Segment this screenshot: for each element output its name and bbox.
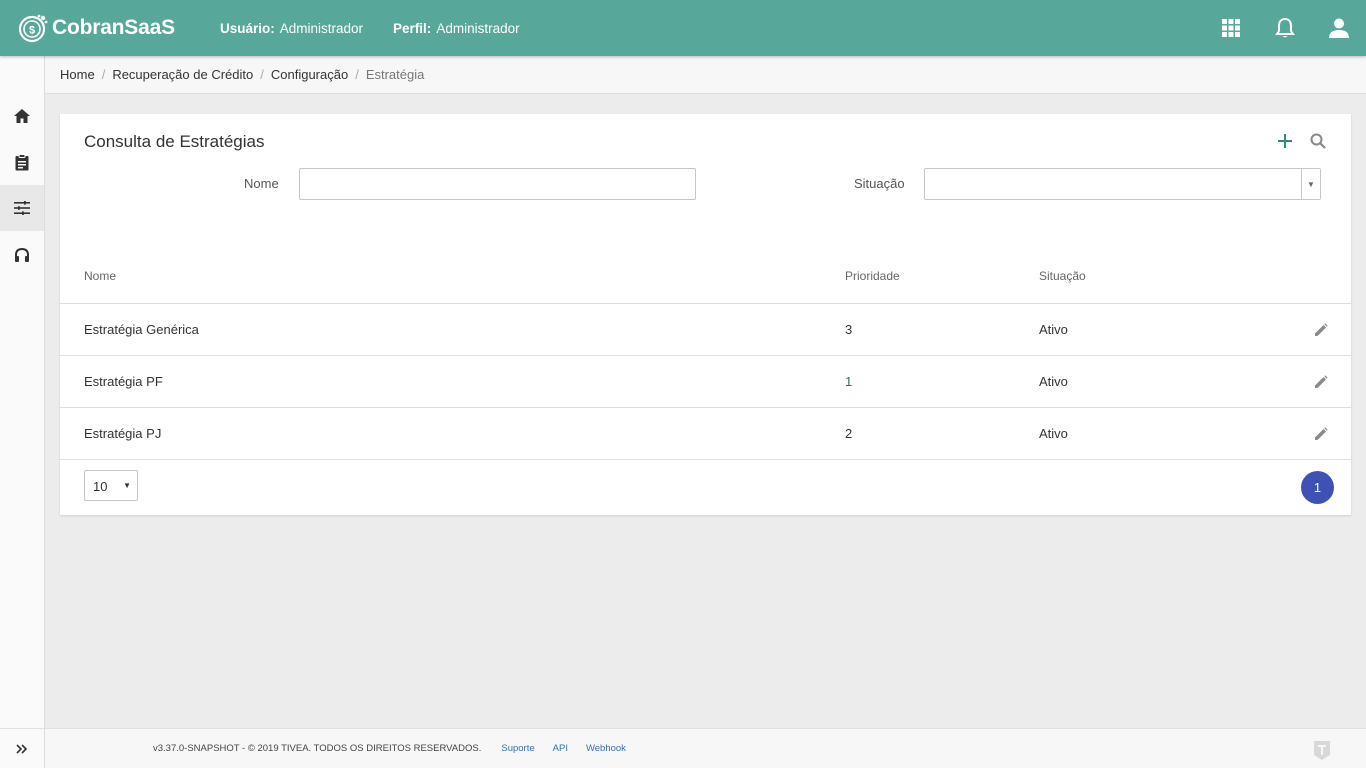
double-chevron-right-icon: [16, 743, 28, 754]
account-button[interactable]: [1312, 0, 1366, 56]
clipboard-icon: [15, 153, 29, 170]
sidebar-item-suporte[interactable]: [0, 231, 44, 277]
column-header-prioridade[interactable]: Prioridade: [845, 269, 900, 283]
cobransaas-logo-icon: $: [18, 14, 48, 43]
add-button[interactable]: [1274, 130, 1296, 152]
user-info: Usuário: Administrador Perfil: Administrad…: [220, 21, 550, 36]
apps-grid-button[interactable]: [1204, 0, 1258, 56]
sliders-icon: [14, 201, 30, 215]
nome-filter-input[interactable]: [299, 168, 696, 200]
row-prioridade: 3: [845, 322, 853, 337]
profile-label: Perfil:: [393, 20, 432, 36]
app-name: CobranSaaS: [52, 16, 175, 39]
page-size-select[interactable]: 10 ▼: [84, 470, 138, 501]
table-row[interactable]: Estratégia PF 1 Ativo: [60, 356, 1351, 408]
situacao-filter-select[interactable]: ▼: [924, 168, 1321, 200]
column-header-nome[interactable]: Nome: [84, 269, 116, 283]
breadcrumb-configuracao[interactable]: Configuração: [271, 67, 348, 82]
row-prioridade: 2: [845, 426, 853, 441]
row-nome: Estratégia PF: [84, 374, 163, 389]
top-app-bar: $ CobranSaaS Usuário: Administrador Perfi…: [0, 0, 1366, 56]
row-situacao: Ativo: [1039, 426, 1068, 441]
account-icon: [1329, 18, 1349, 38]
page-title: Consulta de Estratégias: [84, 132, 265, 151]
sidebar-item-clipboard[interactable]: [0, 139, 44, 185]
table-row[interactable]: Estratégia Genérica 3 Ativo: [60, 304, 1351, 356]
row-situacao: Ativo: [1039, 374, 1068, 389]
footer: v3.37.0-SNAPSHOT - © 2019 TIVEA. TODOS O…: [45, 728, 1366, 768]
edit-pencil-icon[interactable]: [1313, 374, 1329, 390]
footer-link-api[interactable]: API: [553, 743, 568, 754]
search-icon: [1310, 133, 1326, 149]
sidebar-item-home[interactable]: [0, 93, 44, 139]
strategies-table: Nome Prioridade Situação Estratégia Gené…: [60, 252, 1351, 460]
footer-link-webhook[interactable]: Webhook: [586, 743, 626, 754]
svg-text:$: $: [29, 25, 35, 37]
user-value: Administrador: [279, 20, 364, 36]
situacao-filter-label: Situação: [854, 176, 905, 191]
column-header-situacao[interactable]: Situação: [1039, 269, 1086, 283]
footer-link-suporte[interactable]: Suporte: [501, 743, 534, 754]
page-size-value: 10: [93, 479, 108, 494]
plus-icon: [1278, 134, 1292, 148]
breadcrumb-recuperacao-credito[interactable]: Recuperação de Crédito: [112, 67, 253, 82]
breadcrumb: Home / Recuperação de Crédito / Configur…: [45, 56, 1366, 94]
headset-icon: [15, 247, 29, 262]
sidebar: [0, 56, 45, 768]
search-button[interactable]: [1307, 130, 1329, 152]
breadcrumb-current: Estratégia: [365, 67, 425, 82]
breadcrumb-home[interactable]: Home: [60, 67, 95, 82]
apps-grid-icon: [1222, 19, 1240, 37]
profile-value: Administrador: [436, 20, 520, 36]
edit-pencil-icon[interactable]: [1313, 426, 1329, 442]
row-nome: Estratégia PJ: [84, 426, 162, 441]
table-row[interactable]: Estratégia PJ 2 Ativo: [60, 408, 1351, 460]
user-label: Usuário:: [220, 20, 275, 36]
tivea-logo-icon: [1314, 741, 1330, 760]
row-nome: Estratégia Genérica: [84, 322, 199, 337]
nome-filter-label: Nome: [244, 176, 279, 191]
home-icon: [14, 109, 30, 123]
strategies-card: Consulta de Estratégias Nome Situação ▼ …: [60, 114, 1351, 515]
pagination-page-button[interactable]: 1: [1301, 471, 1334, 504]
sidebar-item-configuracao[interactable]: [0, 185, 44, 231]
row-situacao: Ativo: [1039, 322, 1068, 337]
notifications-bell-icon: [1275, 17, 1295, 38]
dropdown-arrow-icon: ▼: [1301, 169, 1320, 199]
table-header: Nome Prioridade Situação: [60, 252, 1351, 304]
notifications-button[interactable]: [1258, 0, 1312, 56]
app-logo[interactable]: $ CobranSaaS: [18, 13, 208, 43]
row-prioridade: 1: [845, 374, 853, 389]
dropdown-caret-icon: ▼: [123, 481, 131, 490]
footer-copyright: v3.37.0-SNAPSHOT - © 2019 TIVEA. TODOS O…: [153, 743, 482, 754]
sidebar-expand-button[interactable]: [0, 728, 44, 768]
edit-pencil-icon[interactable]: [1313, 322, 1329, 338]
